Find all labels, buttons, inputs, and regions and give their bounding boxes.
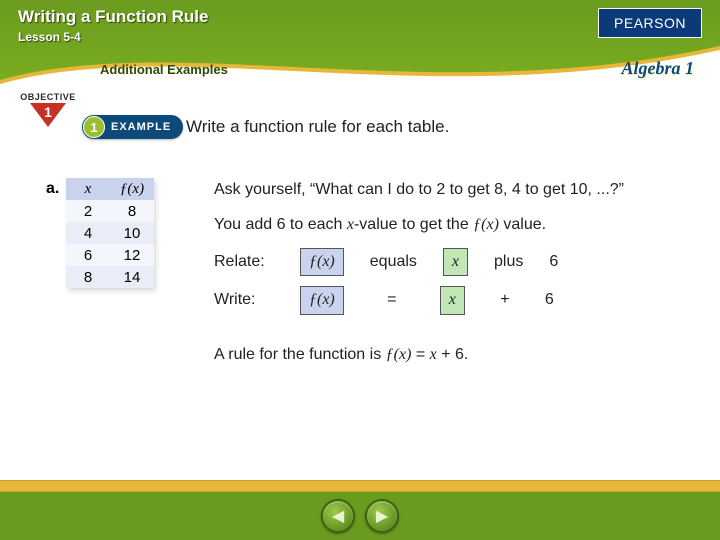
prev-button[interactable]: ◀ bbox=[321, 499, 355, 533]
content-body: Ask yourself, “What can I do to 2 to get… bbox=[214, 178, 690, 378]
write-fx-box: ƒ(x) bbox=[300, 286, 344, 315]
write-row: Write: ƒ(x) = x + 6 bbox=[214, 286, 690, 315]
table-head-x: x bbox=[66, 178, 110, 200]
table-row: 612 bbox=[66, 244, 154, 266]
relate-fx-box: ƒ(x) bbox=[300, 248, 344, 277]
bottom-divider bbox=[0, 480, 720, 492]
objective-badge: OBJECTIVE 1 bbox=[18, 92, 78, 127]
example-pill: 1 EXAMPLE bbox=[82, 115, 183, 139]
relate-x-box: x bbox=[443, 248, 468, 277]
write-label: Write: bbox=[214, 288, 274, 313]
objective-label: OBJECTIVE bbox=[18, 92, 78, 102]
chevron-right-icon: ▶ bbox=[376, 506, 388, 526]
example-prompt: Write a function rule for each table. bbox=[186, 117, 449, 137]
relate-label: Relate: bbox=[214, 250, 274, 275]
relate-plus: plus bbox=[494, 250, 523, 275]
example-label: EXAMPLE bbox=[111, 121, 171, 133]
write-plus: + bbox=[491, 288, 519, 313]
explain-line: You add 6 to each x-value to get the ƒ(x… bbox=[214, 213, 690, 238]
function-table: x ƒ(x) 28 410 612 814 bbox=[66, 178, 154, 288]
triangle-icon: 1 bbox=[30, 103, 66, 127]
relate-row: Relate: ƒ(x) equals x plus 6 bbox=[214, 248, 690, 277]
course-title: Algebra 1 bbox=[621, 58, 694, 79]
footer: ◀ ▶ bbox=[0, 492, 720, 540]
next-button[interactable]: ▶ bbox=[365, 499, 399, 533]
chevron-left-icon: ◀ bbox=[332, 506, 344, 526]
table-row: 28 bbox=[66, 200, 154, 222]
header: Writing a Function Rule Lesson 5-4 Addit… bbox=[0, 0, 720, 84]
page-title: Writing a Function Rule bbox=[18, 7, 208, 27]
rule-line: A rule for the function is ƒ(x) = x + 6. bbox=[214, 343, 690, 368]
write-equals: = bbox=[370, 288, 414, 313]
table-row: 410 bbox=[66, 222, 154, 244]
publisher-logo: PEARSON bbox=[598, 8, 702, 38]
example-number: 1 bbox=[83, 116, 105, 138]
ask-line: Ask yourself, “What can I do to 2 to get… bbox=[214, 178, 690, 203]
table-head-fx: ƒ(x) bbox=[110, 178, 154, 200]
relate-const: 6 bbox=[549, 250, 558, 275]
part-label: a. bbox=[46, 180, 59, 198]
additional-examples-label: Additional Examples bbox=[100, 62, 228, 77]
table-row: 814 bbox=[66, 266, 154, 288]
lesson-label: Lesson 5-4 bbox=[18, 30, 81, 44]
write-const: 6 bbox=[545, 288, 554, 313]
write-x-box: x bbox=[440, 286, 465, 315]
objective-number: 1 bbox=[42, 104, 54, 120]
relate-equals: equals bbox=[370, 250, 417, 275]
